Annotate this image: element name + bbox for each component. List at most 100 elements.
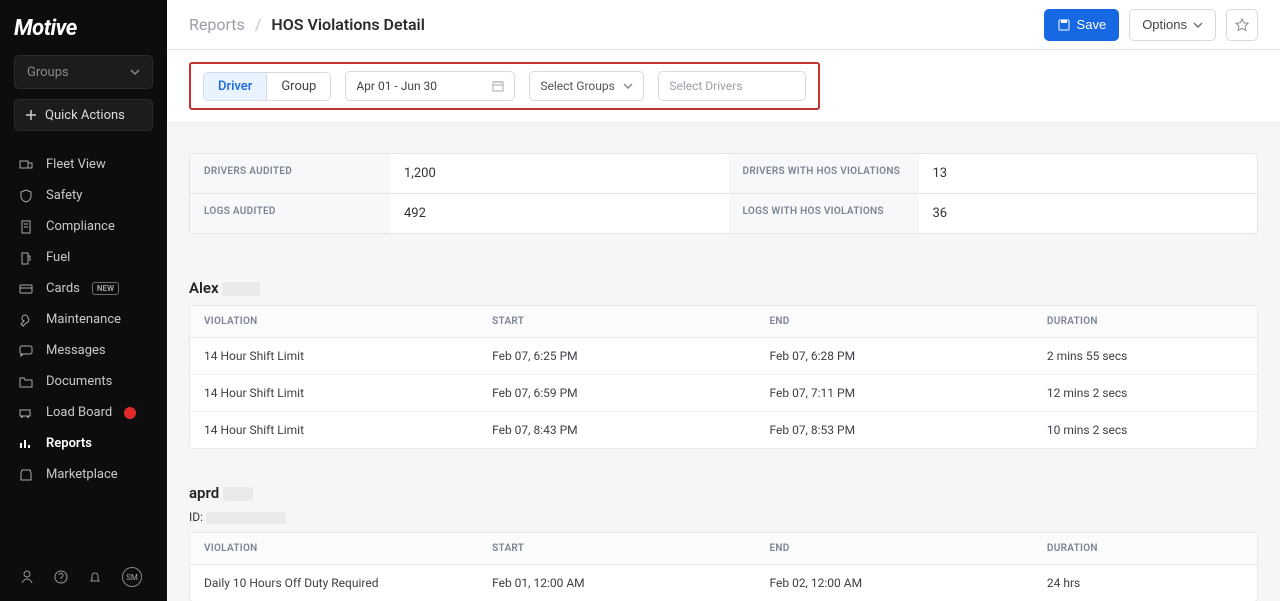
chevron-down-icon	[1193, 22, 1203, 28]
chevron-down-icon	[623, 83, 633, 89]
cell-violation: 14 Hour Shift Limit	[190, 338, 478, 375]
sidebar-item-label: Load Board	[46, 405, 112, 420]
cell-start: Feb 07, 6:25 PM	[478, 338, 755, 375]
driver-name-text: aprd	[189, 484, 219, 502]
summary-value: 1,200	[390, 154, 729, 194]
sidebar-item-documents[interactable]: Documents	[0, 366, 167, 397]
sidebar: Motive Groups Quick Actions Fleet View S…	[0, 0, 167, 601]
favorite-button[interactable]	[1226, 9, 1258, 41]
cell-end: Feb 07, 7:11 PM	[755, 375, 1032, 412]
summary-label: DRIVERS AUDITED	[190, 154, 390, 194]
brand-logo: Motive	[0, 0, 167, 55]
sidebar-item-maintenance[interactable]: Maintenance	[0, 304, 167, 335]
breadcrumb-separator: /	[255, 15, 262, 34]
groups-dropdown[interactable]: Groups	[14, 55, 153, 89]
folder-icon	[18, 376, 34, 388]
summary-label: LOGS WITH HOS VIOLATIONS	[729, 194, 919, 233]
options-button[interactable]: Options	[1129, 9, 1216, 41]
cell-duration: 12 mins 2 secs	[1033, 375, 1257, 412]
sidebar-item-safety[interactable]: Safety	[0, 180, 167, 211]
sidebar-item-marketplace[interactable]: Marketplace	[0, 459, 167, 490]
avatar[interactable]: SM	[122, 567, 142, 587]
cell-start: Feb 01, 12:00 AM	[478, 565, 755, 601]
chart-icon	[18, 438, 34, 450]
sidebar-nav: Fleet View Safety Compliance Fuel Cards …	[0, 145, 167, 557]
select-drivers-placeholder: Select Drivers	[669, 79, 742, 93]
help-icon[interactable]	[54, 570, 68, 584]
date-range-picker[interactable]: Apr 01 - Jun 30	[345, 71, 515, 101]
summary-table: DRIVERS AUDITED 1,200 DRIVERS WITH HOS V…	[189, 153, 1258, 234]
new-badge: NEW	[92, 282, 119, 295]
save-label: Save	[1077, 17, 1107, 32]
sidebar-item-reports[interactable]: Reports	[0, 428, 167, 459]
cell-start: Feb 07, 6:59 PM	[478, 375, 755, 412]
summary-label: DRIVERS WITH HOS VIOLATIONS	[729, 154, 919, 194]
table-row[interactable]: 14 Hour Shift Limit Feb 07, 6:25 PM Feb …	[190, 338, 1257, 375]
violations-table: VIOLATION START END DURATION 14 Hour Shi…	[189, 305, 1258, 449]
col-end: END	[755, 306, 1032, 338]
topbar: Reports / HOS Violations Detail Save Opt…	[167, 0, 1280, 50]
filters-bar: Driver Group Apr 01 - Jun 30 Select Grou…	[167, 50, 1280, 123]
col-start: START	[478, 533, 755, 565]
page-title: HOS Violations Detail	[271, 15, 425, 34]
bell-icon[interactable]	[88, 570, 102, 584]
sidebar-item-cards[interactable]: Cards NEW	[0, 273, 167, 304]
summary-value: 13	[919, 154, 1258, 194]
quick-actions-button[interactable]: Quick Actions	[14, 99, 153, 131]
star-icon	[1235, 18, 1249, 32]
sidebar-item-fuel[interactable]: Fuel	[0, 242, 167, 273]
sidebar-item-label: Reports	[46, 436, 92, 451]
chat-icon	[18, 345, 34, 357]
wrench-icon	[18, 313, 34, 327]
sidebar-item-label: Fleet View	[46, 157, 106, 172]
sidebar-item-compliance[interactable]: Compliance	[0, 211, 167, 242]
sidebar-item-load-board[interactable]: Load Board	[0, 397, 167, 428]
table-row[interactable]: 14 Hour Shift Limit Feb 07, 8:43 PM Feb …	[190, 412, 1257, 448]
store-icon	[18, 469, 34, 481]
segment-group[interactable]: Group	[267, 73, 330, 100]
driver-name-text: Alex	[189, 279, 219, 297]
filters-highlight: Driver Group Apr 01 - Jun 30 Select Grou…	[189, 62, 820, 110]
select-groups-label: Select Groups	[540, 79, 614, 93]
sidebar-item-label: Messages	[46, 343, 106, 358]
date-range-value: Apr 01 - Jun 30	[356, 79, 437, 93]
groups-label: Groups	[27, 65, 69, 80]
summary-value: 36	[919, 194, 1258, 233]
user-icon[interactable]	[20, 570, 34, 584]
driver-name: Alex	[189, 279, 260, 297]
truck-icon	[18, 159, 34, 171]
col-violation: VIOLATION	[190, 533, 478, 565]
notification-dot-icon	[124, 407, 136, 419]
sidebar-item-fleet-view[interactable]: Fleet View	[0, 149, 167, 180]
options-label: Options	[1142, 17, 1187, 32]
driver-id: ID:	[189, 510, 1258, 524]
select-drivers-input[interactable]: Select Drivers	[658, 71, 806, 101]
plus-icon	[25, 109, 37, 121]
cell-end: Feb 07, 6:28 PM	[755, 338, 1032, 375]
sidebar-item-messages[interactable]: Messages	[0, 335, 167, 366]
select-groups-dropdown[interactable]: Select Groups	[529, 71, 644, 101]
sidebar-item-label: Compliance	[46, 219, 115, 234]
topbar-actions: Save Options	[1044, 9, 1258, 41]
document-icon	[18, 220, 34, 234]
col-duration: DURATION	[1033, 533, 1257, 565]
save-button[interactable]: Save	[1044, 9, 1120, 41]
sidebar-item-label: Fuel	[46, 250, 70, 265]
view-segment: Driver Group	[203, 72, 331, 101]
table-row[interactable]: 14 Hour Shift Limit Feb 07, 6:59 PM Feb …	[190, 375, 1257, 412]
sidebar-item-label: Documents	[46, 374, 112, 389]
sidebar-item-label: Maintenance	[46, 312, 121, 327]
table-row[interactable]: Daily 10 Hours Off Duty Required Feb 01,…	[190, 565, 1257, 601]
violations-table: VIOLATION START END DURATION Daily 10 Ho…	[189, 532, 1258, 601]
cell-duration: 10 mins 2 secs	[1033, 412, 1257, 448]
col-start: START	[478, 306, 755, 338]
sidebar-footer: SM	[0, 557, 167, 601]
col-duration: DURATION	[1033, 306, 1257, 338]
breadcrumb-parent[interactable]: Reports	[189, 15, 245, 34]
segment-driver[interactable]: Driver	[204, 73, 267, 100]
breadcrumb: Reports / HOS Violations Detail	[189, 15, 425, 34]
driver-name: aprd	[189, 484, 253, 502]
sidebar-item-label: Marketplace	[46, 467, 118, 482]
cell-end: Feb 02, 12:00 AM	[755, 565, 1032, 601]
cell-start: Feb 07, 8:43 PM	[478, 412, 755, 448]
